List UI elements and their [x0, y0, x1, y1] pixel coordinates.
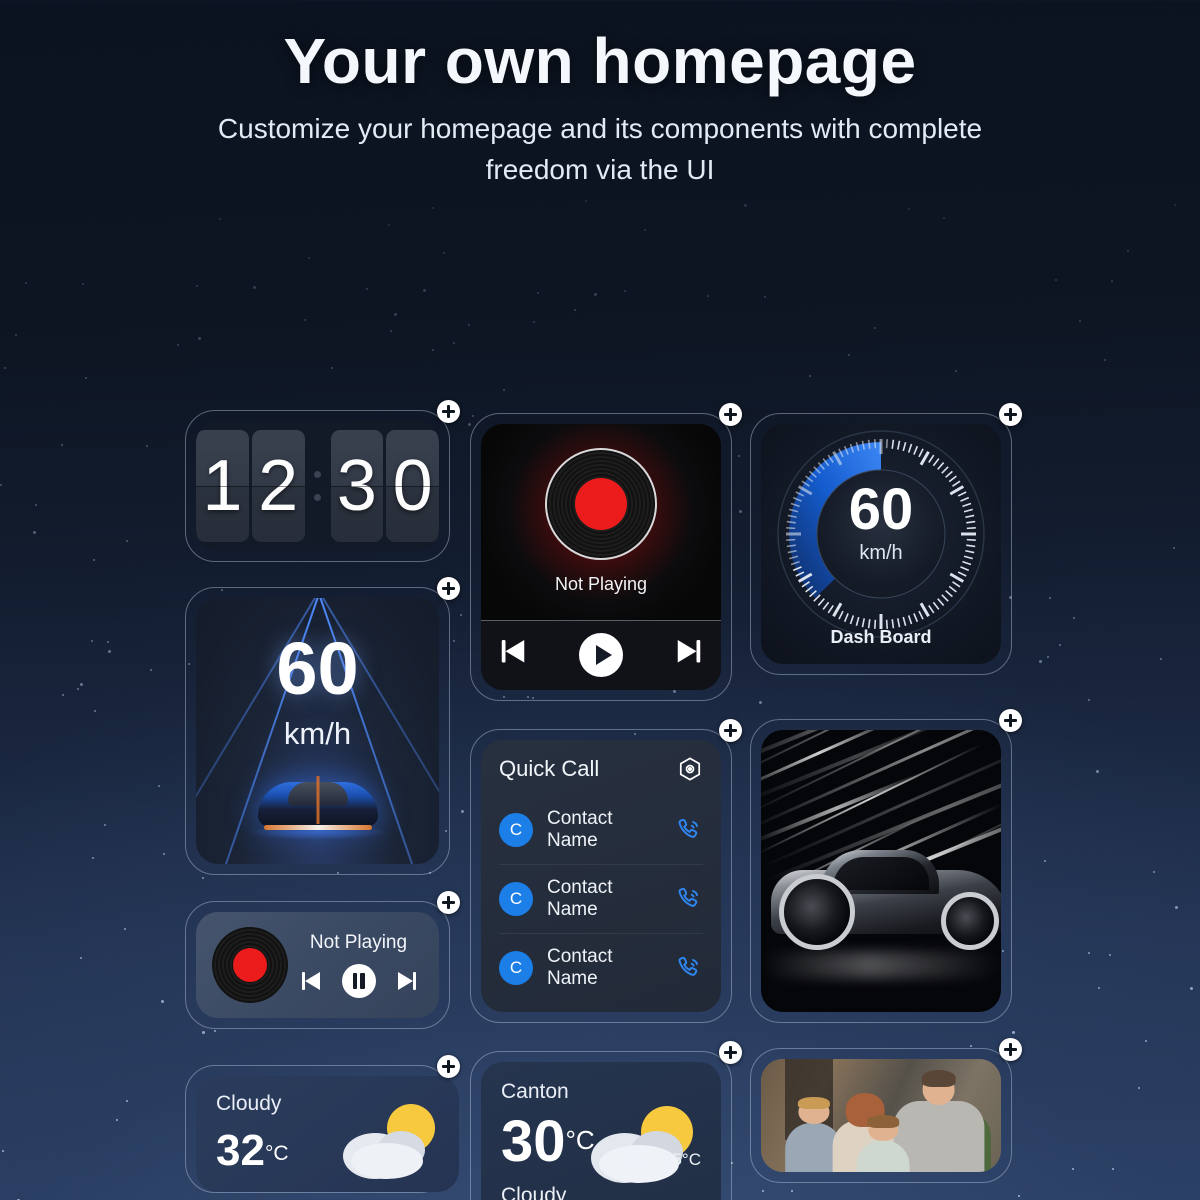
quick-call-title: Quick Call [499, 755, 600, 781]
contact-name: Contact Name [547, 945, 613, 989]
plus-icon[interactable] [719, 402, 742, 426]
phone-call-icon[interactable] [675, 816, 703, 844]
plus-icon[interactable] [999, 708, 1022, 732]
sun-behind-cloud-icon [343, 1103, 435, 1179]
widget-music-player[interactable]: Not Playing [470, 402, 742, 701]
dashboard-label: Dash Board [830, 626, 932, 647]
clock-digit: 2 [251, 429, 305, 542]
weather-large-city: Canton [501, 1079, 569, 1103]
quick-call-header: Quick Call [499, 756, 703, 782]
widget-dashboard[interactable]: 60 km/h Dash Board [750, 402, 1022, 675]
contact-name: Contact Name [547, 807, 613, 851]
avatar: C [499, 950, 533, 985]
album-art-area: Not Playing [481, 423, 721, 620]
music-player-inner: Not Playing [481, 423, 721, 690]
plus-icon[interactable] [719, 1040, 742, 1064]
family-portrait-photo [761, 1058, 1001, 1172]
next-icon[interactable] [668, 639, 701, 672]
clock-inner: 1 2 3 0 [196, 420, 439, 551]
contact-row[interactable]: C Contact Name [499, 796, 703, 864]
weather-large-temp-value: 30 [501, 1108, 566, 1174]
music-player-status: Not Playing [554, 574, 648, 595]
phone-call-icon[interactable] [675, 954, 703, 982]
avatar: C [499, 881, 533, 916]
sun-behind-cloud-icon [591, 1105, 693, 1183]
widget-clock[interactable]: 1 2 3 0 [185, 399, 460, 562]
prev-icon[interactable] [501, 639, 535, 672]
play-icon[interactable] [579, 633, 623, 678]
weather-large-range: 26 ~ 35°C [624, 1149, 701, 1169]
plus-icon[interactable] [999, 402, 1022, 426]
mini-player-inner: Not Playing [196, 911, 439, 1018]
contact-row[interactable]: C Contact Name [499, 932, 703, 1002]
weather-large-inner: Canton 30°C 26 ~ 35°C Cloudy Wind speedL… [481, 1061, 721, 1200]
quick-call-inner: Quick Call C Contact Name C Contact Name C Co… [481, 739, 721, 1012]
clock-separator [308, 470, 328, 501]
weather-small-temp-value: 32 [216, 1125, 265, 1175]
clock-digit: 1 [196, 429, 249, 542]
hud-speed-value: 60 [276, 626, 359, 710]
vinyl-record-icon [212, 926, 288, 1003]
music-player-controls [481, 619, 721, 690]
widget-speed-hud[interactable]: 60 km/h [185, 576, 460, 875]
widget-family-photo[interactable] [750, 1037, 1022, 1183]
widget-quick-call[interactable]: Quick Call C Contact Name C Contact Name C Co… [470, 718, 742, 1023]
dashboard-inner: 60 km/h Dash Board [761, 423, 1001, 664]
contact-name: Contact Name [547, 876, 613, 920]
widget-board: 1 2 3 0 60 km/h Not Playing Cloudy 32°C … [0, 191, 1200, 1200]
plus-icon[interactable] [437, 399, 460, 423]
mini-player-controls [301, 963, 416, 998]
sports-car-image [765, 836, 1001, 954]
pause-icon[interactable] [341, 963, 376, 998]
vinyl-record-icon [545, 448, 657, 561]
clock-digit: 3 [330, 429, 384, 542]
widget-weather-small[interactable]: Cloudy 32°C [185, 1054, 460, 1193]
page-title: Your own homepage [283, 25, 917, 97]
mini-player-status: Not Playing [309, 931, 408, 953]
family-photo-inner [761, 1058, 1001, 1172]
widget-car-picture[interactable] [750, 708, 1022, 1023]
prev-icon[interactable] [301, 971, 322, 991]
plus-icon[interactable] [999, 1037, 1022, 1061]
weather-small-temp-unit: °C [264, 1141, 289, 1165]
clock-digit: 0 [386, 429, 439, 542]
dashboard-unit: km/h [859, 541, 903, 564]
widget-weather-large[interactable]: Canton 30°C 26 ~ 35°C Cloudy Wind speedL… [470, 1040, 742, 1200]
plus-icon[interactable] [437, 890, 460, 914]
widget-mini-player[interactable]: Not Playing [185, 890, 460, 1029]
header: Your own homepage Customize your homepag… [0, 0, 1200, 191]
hud-inner: 60 km/h [196, 597, 439, 864]
hud-speed-unit: km/h [283, 715, 352, 751]
next-icon[interactable] [396, 971, 416, 991]
dashboard-value: 60 [848, 476, 914, 542]
car-picture-inner [761, 729, 1001, 1012]
page-subtitle: Customize your homepage and its componen… [217, 113, 983, 186]
plus-icon[interactable] [437, 576, 460, 600]
contact-row[interactable]: C Contact Name [499, 863, 703, 933]
plus-icon[interactable] [437, 1054, 460, 1078]
contact-list: C Contact Name C Contact Name C Contact Name [499, 796, 703, 1002]
phone-call-icon[interactable] [675, 885, 703, 913]
avatar: C [499, 812, 533, 847]
weather-small-inner: Cloudy 32°C [196, 1075, 459, 1192]
car-illustration-icon [247, 764, 388, 840]
hex-settings-icon[interactable] [677, 756, 703, 782]
plus-icon[interactable] [719, 718, 742, 742]
